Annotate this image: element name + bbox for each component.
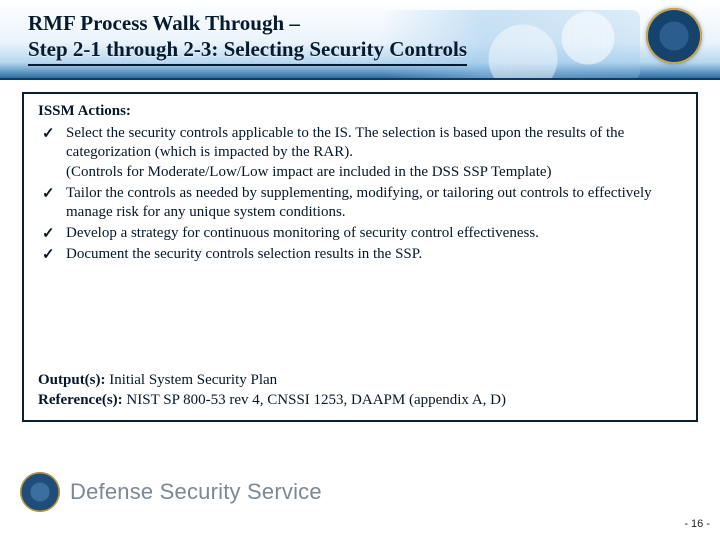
title-line-1: RMF Process Walk Through – xyxy=(28,10,720,36)
outputs-label: Output(s): xyxy=(38,372,106,388)
list-item: Document the security controls selection… xyxy=(38,244,682,265)
slide-title: RMF Process Walk Through – Step 2-1 thro… xyxy=(28,10,720,66)
page-number: - 16 - xyxy=(684,518,710,530)
outputs-value: Initial System Security Plan xyxy=(106,372,278,388)
footer-org: Defense Security Service xyxy=(70,479,322,505)
outputs-line: Output(s): Initial System Security Plan xyxy=(38,371,682,391)
footer-seal-icon xyxy=(20,472,60,512)
action-text: Tailor the controls as needed by supplem… xyxy=(66,185,652,220)
action-text: Document the security controls selection… xyxy=(66,246,422,262)
references-line: Reference(s): NIST SP 800-53 rev 4, CNSS… xyxy=(38,391,682,411)
title-line-2: Step 2-1 through 2-3: Selecting Security… xyxy=(28,36,467,66)
action-text: Develop a strategy for continuous monito… xyxy=(66,225,539,241)
outputs-block: Output(s): Initial System Security Plan … xyxy=(38,371,682,410)
slide-header: RMF Process Walk Through – Step 2-1 thro… xyxy=(0,0,720,80)
slide: RMF Process Walk Through – Step 2-1 thro… xyxy=(0,0,720,540)
footer-logo: Defense Security Service xyxy=(20,472,322,512)
list-item: Develop a strategy for continuous monito… xyxy=(38,223,682,244)
references-value: NIST SP 800-53 rev 4, CNSSI 1253, DAAPM … xyxy=(123,392,506,408)
slide-footer: Defense Security Service - 16 - xyxy=(0,468,720,540)
list-item: Select the security controls applicable … xyxy=(38,123,682,183)
actions-list: Select the security controls applicable … xyxy=(38,123,682,265)
references-label: Reference(s): xyxy=(38,392,123,408)
content-box: ISSM Actions: Select the security contro… xyxy=(22,92,698,422)
actions-label: ISSM Actions: xyxy=(38,102,682,121)
list-item: Tailor the controls as needed by supplem… xyxy=(38,183,682,223)
action-text: Select the security controls applicable … xyxy=(66,125,624,179)
